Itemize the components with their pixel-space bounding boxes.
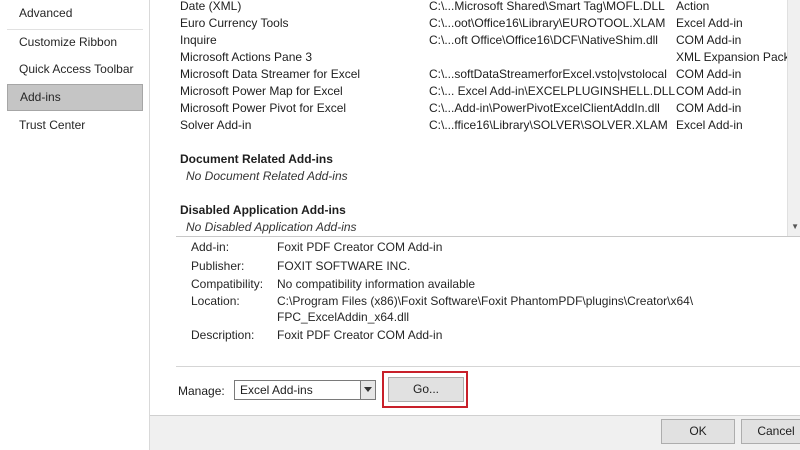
table-row[interactable]: Microsoft Power Pivot for Excel C:\...Ad… [176,100,796,117]
table-row[interactable]: Solver Add-in C:\...ffice16\Library\SOLV… [176,117,796,134]
divider [176,366,800,367]
addin-name: Solver Add-in [180,118,252,132]
addin-name: Microsoft Data Streamer for Excel [180,67,361,81]
addin-name: Microsoft Power Map for Excel [180,84,343,98]
table-row[interactable]: Inquire C:\...oft Office\Office16\DCF\Na… [176,32,796,49]
addin-location: C:\...oft Office\Office16\DCF\NativeShim… [429,33,658,47]
detail-value-location-line1: C:\Program Files (x86)\Foxit Software\Fo… [277,294,694,308]
add-ins-list[interactable]: Date (XML) C:\...Microsoft Shared\Smart … [176,0,800,237]
nav-item-advanced[interactable]: Advanced [7,0,143,27]
list-scrollbar[interactable]: ▼ [787,0,800,236]
group-header-disabled: Disabled Application Add-ins [180,203,346,217]
table-row[interactable]: Microsoft Power Map for Excel C:\... Exc… [176,83,796,100]
group-empty-document-related: No Document Related Add-ins [186,169,348,183]
addin-name: Inquire [180,33,217,47]
addin-type: COM Add-in [676,33,742,47]
table-row[interactable]: Microsoft Data Streamer for Excel C:\...… [176,66,796,83]
options-navigation: Advanced Customize Ribbon Quick Access T… [0,0,150,450]
addin-type: Excel Add-in [676,16,743,30]
detail-label-publisher: Publisher: [191,259,245,273]
detail-label-description: Description: [191,328,255,342]
nav-item-quick-access-toolbar[interactable]: Quick Access Toolbar [7,56,143,83]
manage-label: Manage: [178,384,225,398]
addin-type: Action [676,0,710,13]
detail-value-location-line2: FPC_ExcelAddin_x64.dll [277,310,410,324]
addin-location: C:\...softDataStreamerforExcel.vsto|vsto… [429,67,667,81]
detail-value-addin: Foxit PDF Creator COM Add-in [277,240,443,254]
manage-dropdown[interactable]: Excel Add-ins [234,380,376,400]
detail-label-location: Location: [191,294,240,308]
addin-type: COM Add-in [676,84,742,98]
detail-label-compatibility: Compatibility: [191,277,264,291]
cancel-button[interactable]: Cancel [741,419,800,444]
addin-name: Date (XML) [180,0,242,13]
nav-item-add-ins[interactable]: Add-ins [7,84,143,111]
addin-type: COM Add-in [676,101,742,115]
detail-value-publisher: FOXIT SOFTWARE INC. [277,259,411,273]
group-header-document-related: Document Related Add-ins [180,152,333,166]
ok-button[interactable]: OK [661,419,735,444]
nav-item-customize-ribbon[interactable]: Customize Ribbon [7,29,143,56]
add-ins-panel: Date (XML) C:\...Microsoft Shared\Smart … [150,0,800,416]
table-row[interactable]: Date (XML) C:\...Microsoft Shared\Smart … [176,0,796,15]
table-row[interactable]: Euro Currency Tools C:\...oot\Office16\L… [176,15,796,32]
go-button[interactable]: Go... [388,377,464,402]
addin-location: C:\...Add-in\PowerPivotExcelClientAddIn.… [429,101,660,115]
addin-type: Excel Add-in [676,118,743,132]
detail-value-compatibility: No compatibility information available [277,277,476,291]
detail-value-description: Foxit PDF Creator COM Add-in [277,328,443,342]
scroll-down-arrow-icon[interactable]: ▼ [791,222,799,231]
chevron-down-icon [364,387,372,392]
addin-name: Microsoft Actions Pane 3 [180,50,313,64]
nav-item-trust-center[interactable]: Trust Center [7,112,143,139]
addin-location: C:\...oot\Office16\Library\EUROTOOL.XLAM [429,16,666,30]
dropdown-button[interactable] [360,381,375,399]
detail-label-addin: Add-in: [191,240,230,254]
manage-dropdown-value: Excel Add-ins [240,383,313,397]
addin-name: Euro Currency Tools [180,16,289,30]
addin-location: C:\...ffice16\Library\SOLVER\SOLVER.XLAM [429,118,668,132]
addin-type: COM Add-in [676,67,742,81]
table-row[interactable]: Microsoft Actions Pane 3 XML Expansion P… [176,49,796,66]
addin-location: C:\... Excel Add-in\EXCELPLUGINSHELL.DLL [429,84,676,98]
group-empty-disabled: No Disabled Application Add-ins [186,220,357,234]
addin-type: XML Expansion Pack [676,50,790,64]
addin-name: Microsoft Power Pivot for Excel [180,101,347,115]
addin-location: C:\...Microsoft Shared\Smart Tag\MOFL.DL… [429,0,665,13]
